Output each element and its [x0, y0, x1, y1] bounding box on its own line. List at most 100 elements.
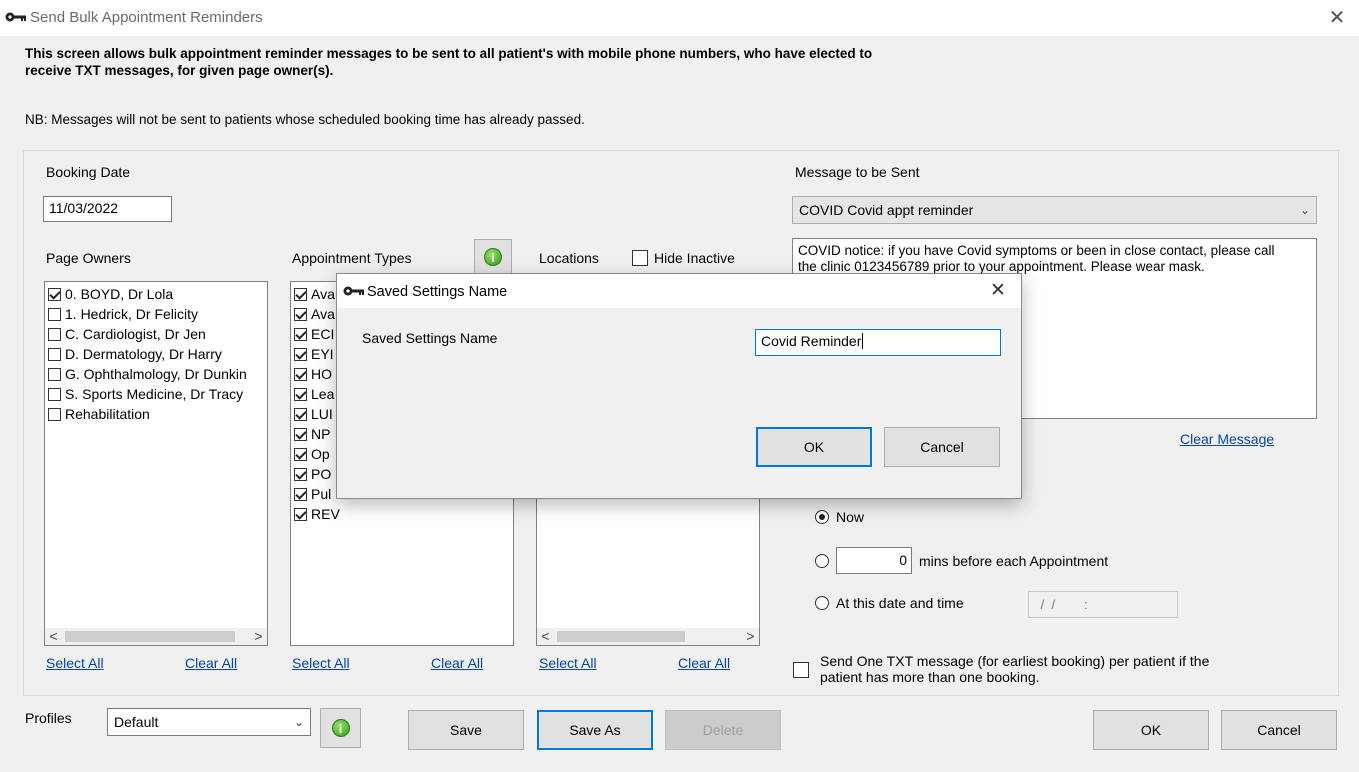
- send-one-option[interactable]: Send One TXT message (for earliest booki…: [793, 653, 1209, 685]
- list-item-label: PO: [311, 466, 332, 482]
- locations-select-all[interactable]: Select All: [539, 655, 597, 671]
- message-select[interactable]: COVID Covid appt reminder ⌄: [792, 196, 1317, 224]
- send-now-radio[interactable]: [815, 510, 829, 524]
- list-item-checkbox[interactable]: [294, 407, 307, 421]
- page-owners-label: Page Owners: [46, 250, 131, 266]
- list-item-checkbox[interactable]: [294, 487, 307, 501]
- cancel-button[interactable]: Cancel: [1221, 710, 1337, 750]
- page-owners-list[interactable]: 0. BOYD, Dr Lola 1. Hedrick, Dr Felicity C…: [44, 281, 268, 646]
- message-text-line-1: COVID notice: if you have Covid symptoms…: [798, 243, 1275, 258]
- locations-clear-all[interactable]: Clear All: [678, 655, 730, 671]
- list-item[interactable]: REV: [291, 504, 513, 524]
- save-as-button[interactable]: Save As: [537, 710, 653, 750]
- scroll-right-icon[interactable]: >: [250, 628, 267, 645]
- list-item-checkbox[interactable]: [294, 427, 307, 441]
- list-item-checkbox[interactable]: [294, 507, 307, 521]
- appointment-types-info-button[interactable]: i: [474, 239, 512, 275]
- list-item-checkbox[interactable]: [294, 447, 307, 461]
- list-item-checkbox[interactable]: [48, 387, 61, 401]
- scroll-left-icon[interactable]: <: [537, 628, 554, 645]
- message-label: Message to be Sent: [795, 164, 920, 180]
- send-now-label: Now: [836, 509, 865, 525]
- at-date-radio[interactable]: [815, 596, 829, 610]
- hide-inactive-label: Hide Inactive: [654, 250, 735, 266]
- dialog-ok-button[interactable]: OK: [756, 427, 872, 467]
- list-item[interactable]: S. Sports Medicine, Dr Tracy: [45, 384, 267, 404]
- key-icon: [343, 286, 364, 296]
- send-now-option[interactable]: Now: [815, 509, 864, 525]
- appointment-types-clear-all[interactable]: Clear All: [431, 655, 483, 671]
- list-item-checkbox[interactable]: [294, 367, 307, 381]
- mins-before-input[interactable]: 0: [836, 547, 912, 574]
- page-owners-clear-all[interactable]: Clear All: [185, 655, 237, 671]
- list-item-checkbox[interactable]: [294, 387, 307, 401]
- intro-text: This screen allows bulk appointment remi…: [25, 45, 965, 79]
- list-item[interactable]: 0. BOYD, Dr Lola: [45, 284, 267, 304]
- hide-inactive-checkbox[interactable]: Hide Inactive: [632, 250, 735, 266]
- appointment-types-select-all[interactable]: Select All: [292, 655, 350, 671]
- mins-before-label: mins before each Appointment: [919, 552, 1109, 569]
- text-cursor: [862, 333, 864, 349]
- save-button[interactable]: Save: [408, 710, 524, 750]
- list-item-label: Lea: [311, 386, 335, 402]
- list-item-checkbox[interactable]: [48, 347, 61, 361]
- list-item-checkbox[interactable]: [48, 287, 61, 301]
- scroll-right-icon[interactable]: >: [742, 628, 759, 645]
- list-item[interactable]: 1. Hedrick, Dr Felicity: [45, 304, 267, 324]
- dialog-field-label: Saved Settings Name: [362, 330, 498, 346]
- note-text: NB: Messages will not be sent to patient…: [25, 112, 585, 127]
- message-select-value: COVID Covid appt reminder: [799, 202, 974, 218]
- list-item[interactable]: D. Dermatology, Dr Harry: [45, 344, 267, 364]
- list-item-label: 0. BOYD, Dr Lola: [65, 286, 174, 302]
- chevron-down-icon: ⌄: [1299, 203, 1310, 217]
- delete-button[interactable]: Delete: [665, 710, 781, 750]
- close-icon[interactable]: ✕: [984, 277, 1012, 305]
- list-item-label: EYI: [311, 346, 334, 362]
- list-item-checkbox[interactable]: [294, 347, 307, 361]
- profiles-select-value: Default: [114, 714, 159, 730]
- at-date-option[interactable]: At this date and time: [815, 595, 964, 611]
- saved-settings-dialog: Saved Settings Name ✕ Saved Settings Nam…: [336, 273, 1022, 499]
- chevron-down-icon: ⌄: [293, 715, 304, 729]
- list-item-checkbox[interactable]: [48, 327, 61, 341]
- scroll-thumb[interactable]: [557, 631, 685, 642]
- settings-name-input[interactable]: Covid Reminder: [755, 329, 1001, 356]
- list-item-checkbox[interactable]: [294, 467, 307, 481]
- profiles-select[interactable]: Default ⌄: [107, 708, 311, 736]
- mins-before-option[interactable]: 0 mins before each Appointment: [815, 547, 1108, 574]
- list-item-checkbox[interactable]: [48, 367, 61, 381]
- settings-name-value: Covid Reminder: [761, 333, 862, 349]
- page-owners-scrollbar[interactable]: < >: [45, 628, 267, 645]
- list-item[interactable]: Rehabilitation: [45, 404, 267, 424]
- appointment-types-label: Appointment Types: [292, 250, 412, 266]
- list-item-checkbox[interactable]: [294, 307, 307, 321]
- list-item[interactable]: G. Ophthalmology, Dr Dunkin: [45, 364, 267, 384]
- intro-line-1: This screen allows bulk appointment remi…: [25, 46, 873, 61]
- list-item-label: Op: [311, 446, 330, 462]
- at-date-time-input[interactable]: / / :: [1028, 591, 1178, 618]
- clear-message-link[interactable]: Clear Message: [1180, 431, 1274, 447]
- dialog-title: Saved Settings Name: [367, 284, 508, 300]
- list-item-label: Ava: [311, 306, 335, 322]
- locations-scrollbar[interactable]: < >: [537, 628, 759, 645]
- list-item-checkbox[interactable]: [294, 287, 307, 301]
- close-icon[interactable]: ✕: [1324, 5, 1350, 31]
- list-item-label: 1. Hedrick, Dr Felicity: [65, 306, 199, 322]
- list-item-checkbox[interactable]: [48, 407, 61, 421]
- ok-button[interactable]: OK: [1093, 710, 1209, 750]
- send-one-checkbox[interactable]: [793, 662, 809, 678]
- list-item-checkbox[interactable]: [48, 307, 61, 321]
- scroll-thumb[interactable]: [65, 631, 235, 642]
- page-owners-select-all[interactable]: Select All: [46, 655, 104, 671]
- list-item-checkbox[interactable]: [294, 327, 307, 341]
- dialog-cancel-button[interactable]: Cancel: [884, 427, 1000, 467]
- hide-inactive-box[interactable]: [632, 250, 648, 266]
- scroll-left-icon[interactable]: <: [45, 628, 62, 645]
- profiles-info-button[interactable]: i: [320, 708, 361, 748]
- mins-before-radio[interactable]: [815, 553, 829, 568]
- dialog-title-bar: Saved Settings Name ✕: [337, 274, 1021, 308]
- list-item-label: Ava: [311, 286, 335, 302]
- key-icon: [5, 12, 26, 22]
- booking-date-input[interactable]: 11/03/2022: [43, 196, 172, 222]
- list-item[interactable]: C. Cardiologist, Dr Jen: [45, 324, 267, 344]
